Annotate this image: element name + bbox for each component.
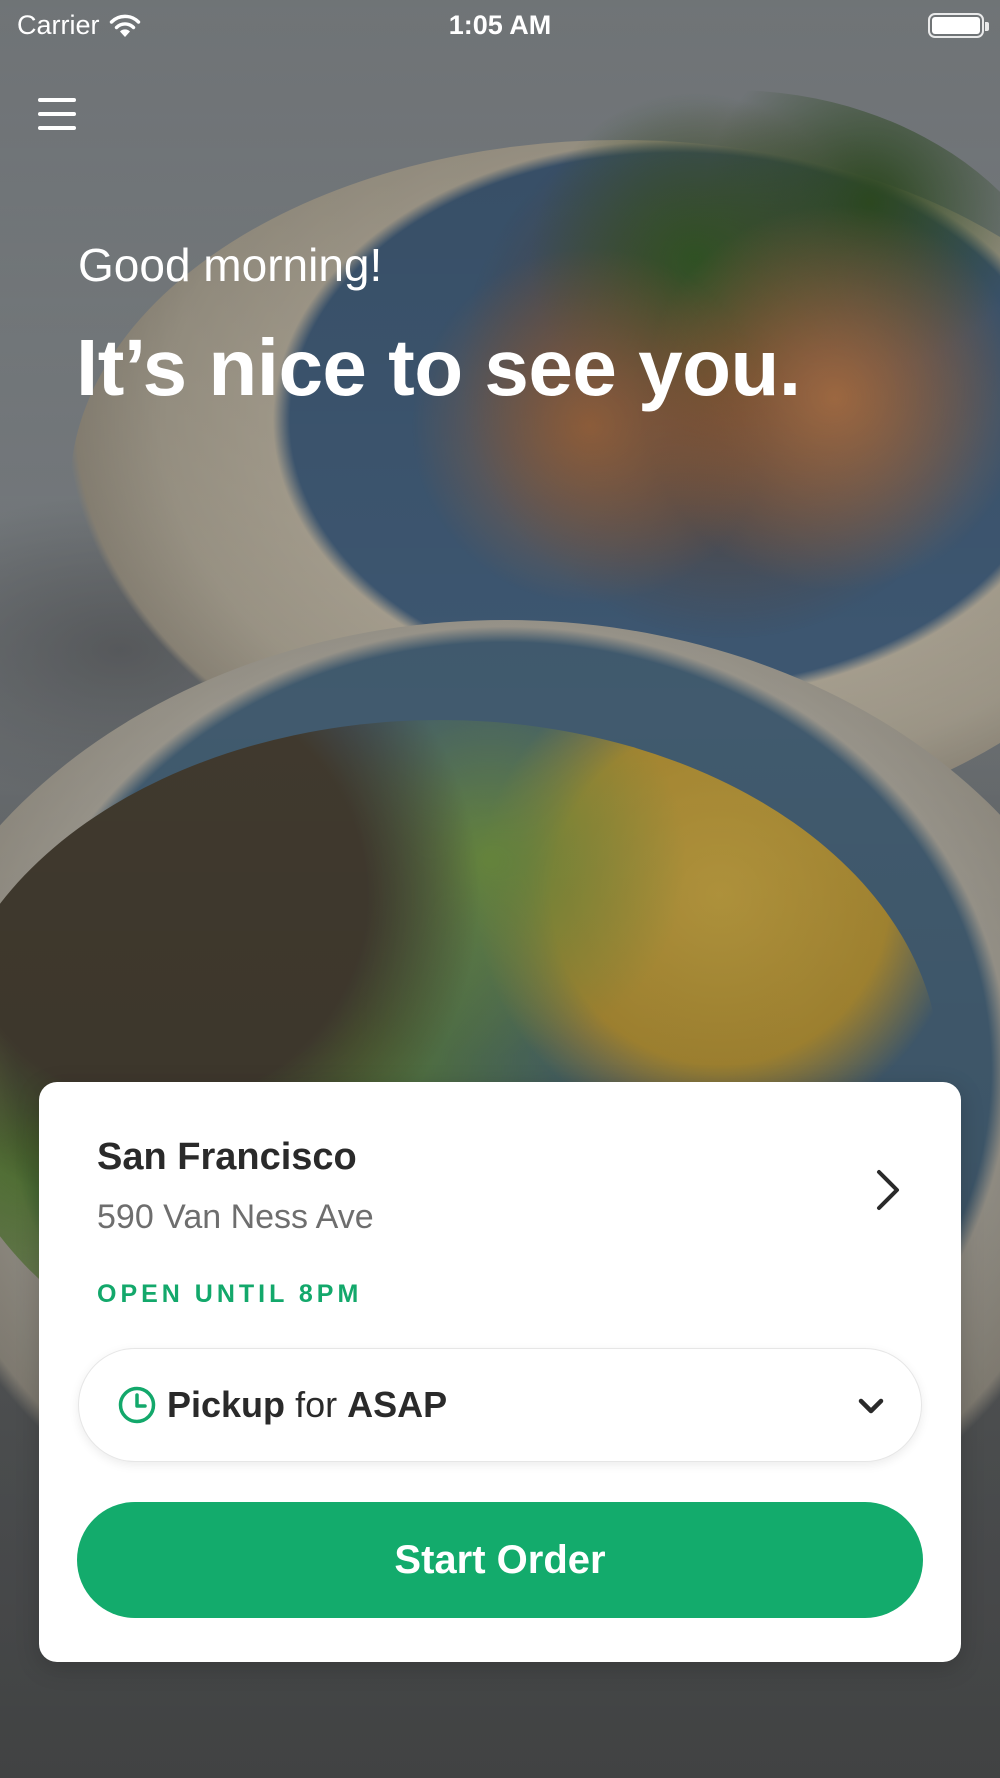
hamburger-menu-icon bbox=[38, 98, 76, 102]
pickup-time-dropdown[interactable]: Pickup for ASAP bbox=[78, 1348, 922, 1462]
location-address: 590 Van Ness Ave bbox=[97, 1198, 374, 1236]
clock-icon bbox=[118, 1386, 156, 1424]
pickup-mode: Pickup bbox=[167, 1384, 286, 1425]
start-order-button[interactable]: Start Order bbox=[77, 1502, 923, 1618]
greeting-title: It’s nice to see you. bbox=[76, 323, 801, 412]
pickup-time: ASAP bbox=[347, 1384, 448, 1425]
pickup-summary: Pickup for ASAP bbox=[167, 1384, 447, 1426]
status-time: 1:05 AM bbox=[448, 10, 552, 40]
battery-nub bbox=[985, 22, 989, 31]
hamburger-menu-icon-line bbox=[38, 126, 76, 130]
chevron-down-icon bbox=[858, 1398, 884, 1414]
pickup-connector: for bbox=[295, 1384, 338, 1425]
order-card: San Francisco 590 Van Ness Ave OPEN UNTI… bbox=[39, 1082, 961, 1662]
hamburger-menu-icon-line bbox=[38, 112, 76, 116]
battery-icon bbox=[928, 13, 989, 38]
greeting-subtitle: Good morning! bbox=[78, 239, 383, 291]
location-selector[interactable]: San Francisco 590 Van Ness Ave bbox=[97, 1136, 907, 1246]
status-bar: Carrier 1:05 AM bbox=[0, 0, 1000, 52]
battery-level bbox=[932, 17, 980, 34]
location-city: San Francisco bbox=[97, 1136, 357, 1178]
open-status-label: OPEN UNTIL 8PM bbox=[97, 1280, 363, 1308]
chevron-right-icon bbox=[877, 1170, 899, 1210]
menu-button[interactable] bbox=[28, 84, 88, 144]
